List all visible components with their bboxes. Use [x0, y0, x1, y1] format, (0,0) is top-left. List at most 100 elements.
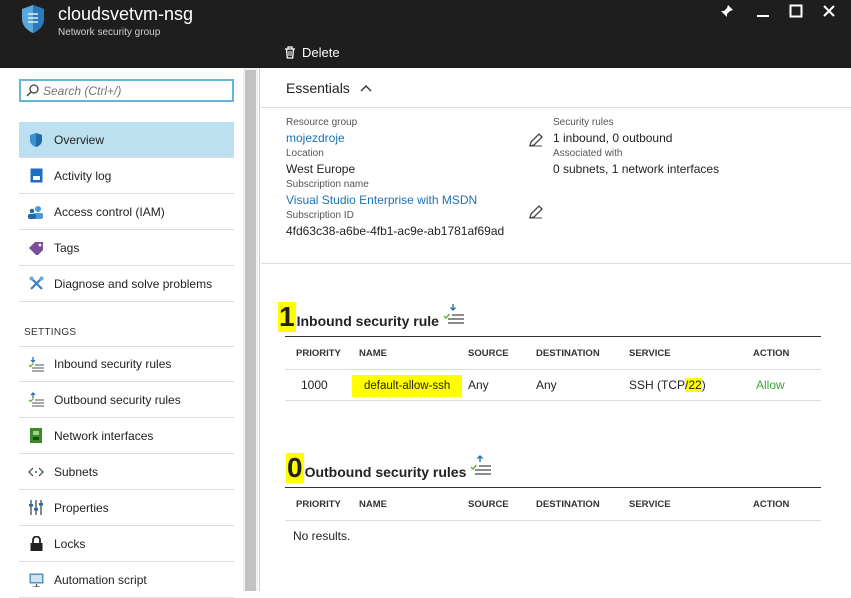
nav-scrollbar-thumb[interactable]	[245, 70, 256, 591]
tag-icon	[27, 240, 45, 256]
sidebar-item-label: Inbound security rules	[54, 357, 172, 371]
delete-label: Delete	[302, 45, 340, 60]
essentials-title: Essentials	[286, 79, 350, 96]
col-source[interactable]: SOURCE	[468, 487, 536, 521]
sidebar-item-label: Outbound security rules	[54, 392, 181, 407]
security-rules-value: 1 inbound, 0 outbound	[553, 131, 673, 145]
essentials-divider	[261, 263, 851, 264]
inbound-rules-table: PRIORITY NAME SOURCE DESTINATION SERVICE…	[285, 336, 821, 401]
settings-section-header: SETTINGS	[24, 327, 77, 338]
trash-icon	[285, 46, 295, 59]
col-service[interactable]: SERVICE	[629, 487, 753, 521]
close-icon[interactable]	[819, 4, 839, 23]
essentials-left-column: Resource group mojezdroje Location West …	[286, 116, 504, 240]
subnet-icon	[27, 464, 45, 480]
rule-service: SSH (TCP/22)	[629, 369, 753, 401]
inbound-rules-icon[interactable]	[442, 304, 464, 326]
table-row[interactable]: 1000 default-allow-ssh Any Any SSH (TCP/…	[285, 369, 821, 401]
sidebar-item-overview[interactable]: Overview	[19, 122, 234, 158]
chevron-up-icon	[360, 84, 372, 91]
rule-name: default-allow-ssh	[352, 375, 463, 397]
location-value: West Europe	[286, 162, 356, 176]
blade-header: cloudsvetvm-nsg Network security group D…	[0, 0, 851, 68]
outbound-section-title: 0 Outbound security rules	[286, 452, 492, 483]
associated-value: 0 subnets, 1 network interfaces	[553, 162, 720, 176]
resource-group-link[interactable]: mojezdroje	[286, 129, 504, 147]
outbound-title-text: Outbound security rules	[304, 464, 467, 480]
security-rules-label: Security rules	[553, 117, 614, 128]
sidebar-item-iam[interactable]: Access control (IAM)	[19, 194, 234, 230]
col-priority[interactable]: PRIORITY	[285, 487, 348, 521]
col-destination[interactable]: DESTINATION	[536, 336, 629, 370]
sidebar-item-outbound-rules[interactable]: Outbound security rules	[19, 382, 234, 418]
rule-service-port: /22	[685, 378, 702, 392]
sidebar-item-label: Automation script	[54, 572, 147, 587]
automation-icon	[27, 572, 45, 588]
nsg-shield-icon	[22, 5, 44, 33]
sidebar-item-tags[interactable]: Tags	[19, 230, 234, 266]
sidebar-item-diagnose[interactable]: Diagnose and solve problems	[19, 266, 234, 302]
subscription-name-link[interactable]: Visual Studio Enterprise with MSDN	[286, 191, 504, 209]
empty-row: No results.	[285, 521, 821, 552]
location-label: Location	[286, 148, 324, 159]
col-name[interactable]: NAME	[348, 487, 468, 521]
rule-service-close: )	[701, 378, 706, 392]
nic-icon	[27, 428, 45, 444]
edit-subscription-icon[interactable]	[528, 204, 544, 220]
subscription-id-label: Subscription ID	[286, 210, 354, 221]
rule-destination: Any	[536, 369, 629, 401]
rule-source: Any	[468, 369, 536, 401]
sidebar-item-subnets[interactable]: Subnets	[19, 454, 234, 490]
no-results-text: No results.	[293, 529, 351, 544]
col-destination[interactable]: DESTINATION	[536, 487, 629, 521]
page-subtitle: Network security group	[58, 27, 161, 38]
users-icon	[27, 204, 45, 220]
outbound-rules-icon[interactable]	[469, 455, 492, 477]
col-source[interactable]: SOURCE	[468, 336, 536, 370]
resource-menu: Overview Activity log Access control (IA…	[0, 68, 260, 598]
wrench-icon	[27, 276, 45, 292]
col-action[interactable]: ACTION	[753, 336, 821, 370]
outbound-count: 0	[286, 452, 304, 483]
lock-icon	[27, 536, 45, 552]
maximize-icon[interactable]	[786, 4, 806, 23]
col-name[interactable]: NAME	[348, 336, 468, 370]
sidebar-item-label: Tags	[54, 240, 80, 255]
nav-list: Overview Activity log Access control (IA…	[19, 122, 234, 598]
shield-icon	[27, 132, 45, 148]
rule-priority: 1000	[285, 369, 348, 401]
sidebar-item-automation-script[interactable]: Automation script	[19, 562, 234, 598]
pin-icon[interactable]	[717, 4, 737, 23]
subscription-name-label: Subscription name	[286, 179, 369, 190]
sidebar-item-network-interfaces[interactable]: Network interfaces	[19, 418, 234, 454]
rule-action: Allow	[753, 369, 821, 401]
col-priority[interactable]: PRIORITY	[285, 336, 348, 370]
sidebar-item-label: Access control (IAM)	[54, 204, 165, 219]
minimize-icon[interactable]	[753, 4, 773, 23]
outbound-header-row: PRIORITY NAME SOURCE DESTINATION SERVICE…	[285, 487, 821, 521]
delete-button[interactable]: Delete	[284, 45, 340, 60]
page-title: cloudsvetvm-nsg	[58, 4, 194, 24]
sidebar-item-locks[interactable]: Locks	[19, 526, 234, 562]
outbound-rules-icon	[27, 392, 45, 408]
properties-icon	[27, 500, 45, 516]
search-input[interactable]	[43, 83, 223, 98]
main-content: Essentials Resource group mojezdroje Loc…	[261, 68, 851, 591]
inbound-title-text: Inbound security rule	[296, 313, 439, 329]
col-service[interactable]: SERVICE	[629, 336, 753, 370]
sidebar-item-properties[interactable]: Properties	[19, 490, 234, 526]
sidebar-item-inbound-rules[interactable]: Inbound security rules	[19, 346, 234, 382]
search-box[interactable]	[19, 79, 234, 102]
edit-resource-group-icon[interactable]	[528, 132, 544, 148]
inbound-rules-icon	[27, 356, 45, 372]
associated-label: Associated with	[553, 148, 623, 159]
inbound-section-title: 1 Inbound security rule	[278, 302, 464, 332]
sidebar-item-activity-log[interactable]: Activity log	[19, 158, 234, 194]
search-icon	[26, 84, 39, 97]
subscription-id-value: 4fd63c38-a6be-4fb1-ac9e-ab1781af69ad	[286, 224, 505, 238]
inbound-header-row: PRIORITY NAME SOURCE DESTINATION SERVICE…	[285, 336, 821, 370]
essentials-toggle[interactable]: Essentials	[261, 68, 851, 108]
activity-log-icon	[27, 168, 45, 184]
col-action[interactable]: ACTION	[753, 487, 821, 521]
sidebar-item-label: Activity log	[54, 168, 112, 183]
